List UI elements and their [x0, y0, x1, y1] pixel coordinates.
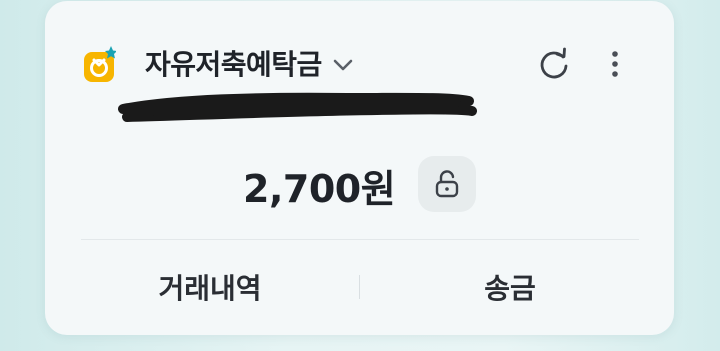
transaction-history-button[interactable]: 거래내역	[105, 261, 315, 313]
balance-amount: 2,700원	[243, 167, 396, 211]
action-separator	[359, 275, 360, 299]
chevron-down-icon	[332, 54, 354, 76]
account-name: 자유저축예탁금	[145, 48, 322, 81]
refresh-icon	[540, 47, 568, 79]
more-options-button[interactable]	[603, 45, 627, 83]
card-divider	[81, 239, 639, 240]
balance-row: 2,700원	[45, 151, 674, 217]
transfer-button[interactable]: 송금	[405, 261, 615, 313]
refresh-button[interactable]	[535, 45, 573, 83]
account-card[interactable]: 자유저축예탁금 2,700원 거래내역 송금	[45, 1, 674, 335]
account-name-selector[interactable]: 자유저축예탁금	[145, 39, 354, 87]
more-vertical-icon	[612, 51, 618, 77]
redaction-scribble	[117, 89, 477, 129]
unlock-icon	[435, 170, 459, 198]
balance-visibility-toggle[interactable]	[418, 156, 476, 212]
savings-medal-icon	[84, 46, 117, 90]
